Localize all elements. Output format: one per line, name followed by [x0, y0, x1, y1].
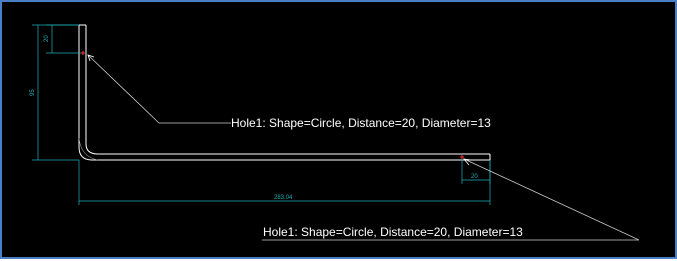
callout-label-right-hole: Hole1: Shape=Circle, Distance=20, Diamet…: [263, 225, 523, 239]
dimension-label-right-hole: 20: [471, 174, 478, 180]
hole-marker-right[interactable]: [460, 155, 464, 159]
hole-marker-top[interactable]: [81, 51, 85, 55]
dimension-top-hole-offset[interactable]: 20: [44, 24, 82, 54]
dimension-label-height: 95: [30, 89, 36, 96]
callout-top-hole[interactable]: Hole1: Shape=Circle, Distance=20, Diamet…: [87, 54, 491, 130]
dimension-horizontal-length[interactable]: 283.04: [78, 160, 491, 205]
callout-label-top-hole: Hole1: Shape=Circle, Distance=20, Diamet…: [231, 116, 491, 130]
callout-right-hole[interactable]: Hole1: Shape=Circle, Distance=20, Diamet…: [262, 158, 640, 241]
dimension-label-top-hole: 20: [44, 35, 50, 42]
leader-line-top: [87, 54, 231, 124]
drawing-viewport[interactable]: 20 95 283.04 20 Hole1: Shape=Circle, Dis…: [0, 0, 677, 259]
part-outer-edge: [78, 25, 491, 161]
part-inner-edge: [85, 25, 490, 155]
dimension-label-length: 283.04: [274, 195, 293, 201]
dimension-vertical-height[interactable]: 95: [30, 24, 79, 161]
bent-part-profile[interactable]: [78, 24, 491, 161]
drawing-canvas[interactable]: 20 95 283.04 20 Hole1: Shape=Circle, Dis…: [2, 2, 677, 261]
